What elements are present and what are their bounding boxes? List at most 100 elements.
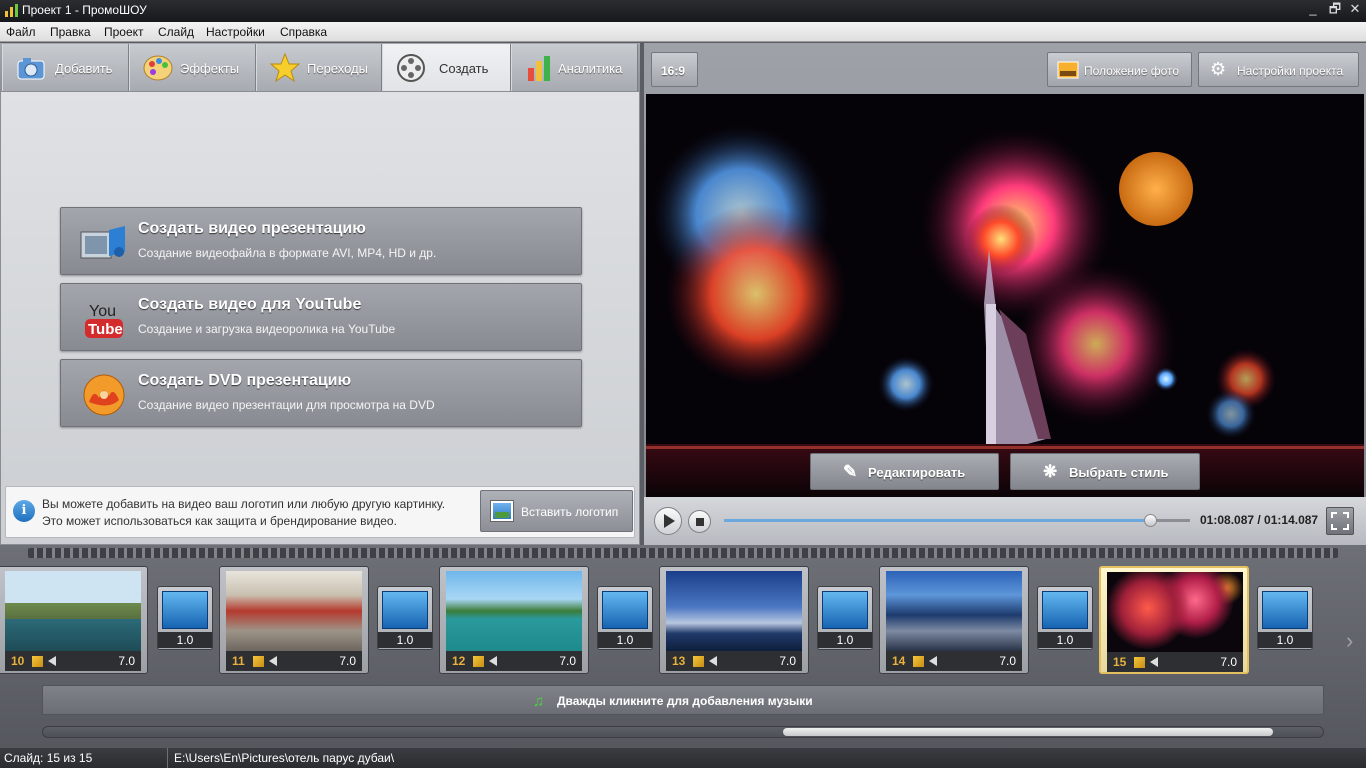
photo-position-button[interactable]: Положение фото <box>1047 52 1192 87</box>
edit-pencil-icon[interactable] <box>253 656 264 667</box>
video-file-icon <box>80 226 125 259</box>
fullscreen-icon <box>1331 512 1349 530</box>
seek-bar[interactable] <box>724 519 1151 522</box>
tab-add[interactable]: Добавить <box>2 44 129 91</box>
slide-duration: 7.0 <box>559 654 576 668</box>
sound-icon[interactable] <box>489 656 497 666</box>
create-youtube-subtitle: Создание и загрузка видеоролика на YouTu… <box>138 322 396 336</box>
slide-11[interactable]: 11 7.0 <box>219 566 369 674</box>
music-track[interactable]: ♫ Дважды кликните для добавления музыки <box>42 685 1324 715</box>
aspect-ratio-button[interactable]: 16:9 <box>651 52 698 87</box>
seek-handle[interactable] <box>1144 514 1157 527</box>
timeline: ‹ › 107.0 1.0 117.0 1.0 127.0 1.0 137.0 … <box>0 545 1366 748</box>
info-line-1: Вы можете добавить на видео ваш логотип … <box>42 497 446 511</box>
slide-duration: 7.0 <box>1220 655 1237 669</box>
minimize-button[interactable]: _ <box>1302 0 1324 20</box>
music-note-icon: ♫ <box>533 693 545 710</box>
play-icon <box>664 514 675 528</box>
transition-duration: 1.0 <box>378 632 432 648</box>
create-dvd-title: Создать DVD презентацию <box>138 372 352 389</box>
main-tabs: Добавить Эффекты Переходы Создать Аналит… <box>0 43 640 92</box>
choose-style-button[interactable]: ❋ Выбрать стиль <box>1010 453 1200 490</box>
camera-icon <box>17 58 45 80</box>
sound-icon[interactable] <box>929 656 937 666</box>
menu-project[interactable]: Проект <box>104 25 144 39</box>
slide-14[interactable]: 14 7.0 <box>879 566 1029 674</box>
fireworks-photo <box>646 94 1364 497</box>
transition-13[interactable]: 1.0 <box>817 586 873 650</box>
aperture-icon: ❋ <box>1043 462 1058 481</box>
menu-help[interactable]: Справка <box>280 25 327 39</box>
insert-logo-button[interactable]: Вставить логотип <box>480 490 633 532</box>
stop-button[interactable] <box>688 510 711 533</box>
slide-duration: 7.0 <box>999 654 1016 668</box>
menu-file[interactable]: Файл <box>6 25 36 39</box>
tab-analytics[interactable]: Аналитика <box>511 44 638 91</box>
slide-number: 11 <box>232 654 245 668</box>
edit-pencil-icon[interactable] <box>913 656 924 667</box>
player-controls: 01:08.087 / 01:14.087 <box>644 497 1366 545</box>
timeline-scrollbar[interactable] <box>42 726 1324 738</box>
stop-icon <box>696 518 704 526</box>
close-button[interactable]: ✕ <box>1344 0 1366 20</box>
slide-12[interactable]: 12 7.0 <box>439 566 589 674</box>
slide-13[interactable]: 13 7.0 <box>659 566 809 674</box>
transition-15[interactable]: 1.0 <box>1257 586 1313 650</box>
slide-number: 10 <box>11 654 25 668</box>
photo-position-label: Положение фото <box>1084 64 1180 78</box>
menu-bar: Файл Правка Проект Слайд Настройки Справ… <box>0 22 1366 42</box>
sound-icon[interactable] <box>709 656 717 666</box>
zoom-transition-icon <box>1262 591 1308 629</box>
play-button[interactable] <box>654 507 682 535</box>
slide-info-bar: 11 7.0 <box>226 651 362 671</box>
timecode: 01:08.087 / 01:14.087 <box>1200 513 1319 527</box>
project-settings-button[interactable]: ⚙ Настройки проекта <box>1198 52 1359 87</box>
edit-slide-button[interactable]: ✎ Редактировать <box>810 453 999 490</box>
picture-icon <box>490 500 514 522</box>
slide-thumbnail <box>446 571 582 651</box>
slide-counter: Слайд: 15 из 15 <box>4 751 93 765</box>
tab-create[interactable]: Создать <box>382 44 511 92</box>
tab-create-label: Создать <box>439 61 489 76</box>
transition-duration: 1.0 <box>158 632 212 648</box>
choose-style-label: Выбрать стиль <box>1069 465 1169 480</box>
restore-button[interactable]: 🗗 <box>1324 0 1346 20</box>
transition-11[interactable]: 1.0 <box>377 586 433 650</box>
transition-14[interactable]: 1.0 <box>1037 586 1093 650</box>
sound-icon[interactable] <box>1150 657 1158 667</box>
create-youtube-button[interactable]: You Tube Создать видео для YouTube Создан… <box>60 283 582 351</box>
slide-preview[interactable] <box>646 94 1364 497</box>
edit-pencil-icon[interactable] <box>473 656 484 667</box>
scroll-right-arrow-icon[interactable]: › <box>1346 628 1353 654</box>
edit-pencil-icon[interactable] <box>693 656 704 667</box>
slide-15-selected[interactable]: 15 7.0 <box>1099 566 1249 674</box>
create-panel: Создать видео презентацию Создание видео… <box>0 91 640 545</box>
menu-edit[interactable]: Правка <box>50 25 91 39</box>
slide-thumbnail <box>666 571 802 651</box>
timeline-scroll-thumb[interactable] <box>783 728 1273 736</box>
create-dvd-button[interactable]: Создать DVD презентацию Создание видео п… <box>60 359 582 427</box>
create-video-title: Создать видео презентацию <box>138 220 366 237</box>
split-transition-icon <box>1042 591 1088 629</box>
menu-settings[interactable]: Настройки <box>206 25 265 39</box>
transition-duration: 1.0 <box>818 632 872 648</box>
create-youtube-title: Создать видео для YouTube <box>138 296 362 313</box>
sound-icon[interactable] <box>48 656 56 666</box>
slide-10[interactable]: 10 7.0 <box>0 566 148 674</box>
tab-transitions[interactable]: Переходы <box>256 44 382 91</box>
slide-info-bar: 13 7.0 <box>666 651 802 671</box>
create-video-button[interactable]: Создать видео презентацию Создание видео… <box>60 207 582 275</box>
edit-pencil-icon[interactable] <box>32 656 43 667</box>
sound-icon[interactable] <box>269 656 277 666</box>
sparkle-transition-icon <box>602 591 648 629</box>
transition-duration: 1.0 <box>598 632 652 648</box>
insert-logo-label: Вставить логотип <box>521 505 619 519</box>
menu-slide[interactable]: Слайд <box>158 25 194 39</box>
transition-10[interactable]: 1.0 <box>157 586 213 650</box>
edit-pencil-icon[interactable] <box>1134 657 1145 668</box>
transition-12[interactable]: 1.0 <box>597 586 653 650</box>
fullscreen-button[interactable] <box>1326 507 1354 535</box>
info-icon: i <box>13 500 35 522</box>
tab-effects[interactable]: Эффекты <box>129 44 256 91</box>
transition-duration: 1.0 <box>1038 632 1092 648</box>
